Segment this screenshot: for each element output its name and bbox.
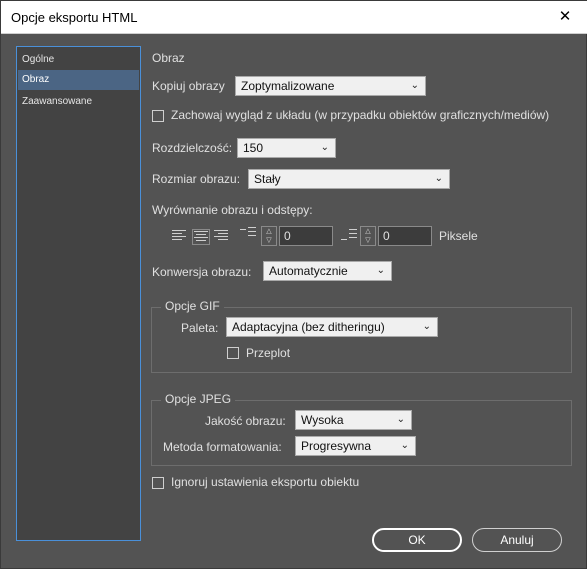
copy-images-value: Zoptymalizowane: [241, 79, 335, 93]
method-label: Metoda formatowania:: [163, 440, 282, 454]
alignment-label: Wyrównanie obrazu i odstępy:: [152, 203, 313, 217]
sidebar: Ogólne Obraz Zaawansowane: [16, 46, 141, 541]
align-right-icon[interactable]: [214, 230, 228, 242]
sidebar-item-general[interactable]: Ogólne: [18, 50, 139, 70]
chevron-down-icon: ⌄: [320, 142, 329, 153]
conversion-dropdown[interactable]: Automatycznie ⌄: [263, 261, 392, 281]
palette-dropdown[interactable]: Adaptacyjna (bez ditheringu) ⌄: [226, 317, 438, 337]
image-size-dropdown[interactable]: Stały ⌄: [248, 169, 450, 189]
spacing-unit-label: Piksele: [439, 229, 478, 243]
chevron-down-icon: ⌄: [434, 173, 443, 184]
conversion-value: Automatycznie: [269, 264, 348, 278]
jpeg-options-title: Opcje JPEG: [161, 392, 236, 406]
space-after-input[interactable]: 0: [378, 226, 432, 246]
palette-label: Paleta:: [181, 321, 219, 335]
palette-value: Adaptacyjna (bez ditheringu): [232, 320, 385, 334]
image-size-value: Stały: [254, 172, 281, 186]
chevron-down-icon: ⌄: [396, 414, 405, 425]
align-left-icon[interactable]: [172, 230, 186, 242]
section-title: Obraz: [152, 51, 185, 65]
export-options-dialog: Opcje eksportu HTML ✕ Ogólne Obraz Zaawa…: [0, 0, 587, 569]
cancel-button[interactable]: Anuluj: [472, 528, 562, 552]
preserve-layout-checkbox[interactable]: [152, 110, 164, 122]
resolution-dropdown[interactable]: 150 ⌄: [237, 138, 336, 158]
align-center-icon[interactable]: [192, 229, 210, 245]
chevron-down-icon: ⌄: [422, 321, 431, 332]
image-size-label: Rozmiar obrazu:: [152, 172, 241, 186]
ignore-export-checkbox[interactable]: [152, 477, 164, 489]
space-after-icon: [341, 229, 357, 241]
ignore-export-label: Ignoruj ustawienia eksportu obiektu: [171, 475, 360, 489]
window-title: Opcje eksportu HTML: [11, 10, 138, 25]
sidebar-item-image[interactable]: Obraz: [18, 70, 139, 90]
method-value: Progresywna: [301, 439, 372, 453]
resolution-label: Rozdzielczość:: [152, 141, 233, 155]
copy-images-label: Kopiuj obrazy: [152, 79, 225, 93]
method-dropdown[interactable]: Progresywna ⌄: [295, 436, 416, 456]
space-before-input[interactable]: 0: [279, 226, 333, 246]
title-bar: Opcje eksportu HTML ✕: [1, 1, 587, 34]
quality-value: Wysoka: [301, 413, 344, 427]
copy-images-dropdown[interactable]: Zoptymalizowane ⌄: [235, 76, 426, 96]
sidebar-item-advanced[interactable]: Zaawansowane: [18, 92, 139, 112]
ok-button[interactable]: OK: [372, 528, 462, 552]
chevron-down-icon: ⌄: [410, 80, 419, 91]
quality-label: Jakość obrazu:: [205, 414, 286, 428]
space-before-icon: [240, 227, 256, 239]
resolution-value: 150: [243, 141, 264, 155]
chevron-down-icon: ⌄: [400, 440, 409, 451]
space-after-stepper[interactable]: △ ▽: [360, 226, 376, 246]
space-before-stepper[interactable]: △ ▽: [261, 226, 277, 246]
interlace-label: Przeplot: [246, 346, 291, 360]
preserve-layout-label: Zachowaj wygląd z układu (w przypadku ob…: [171, 108, 550, 122]
chevron-down-icon: ⌄: [376, 265, 385, 276]
conversion-label: Konwersja obrazu:: [152, 265, 252, 279]
close-icon[interactable]: ✕: [542, 1, 587, 33]
interlace-checkbox[interactable]: [227, 347, 239, 359]
quality-dropdown[interactable]: Wysoka ⌄: [295, 410, 412, 430]
gif-options-title: Opcje GIF: [161, 299, 224, 313]
